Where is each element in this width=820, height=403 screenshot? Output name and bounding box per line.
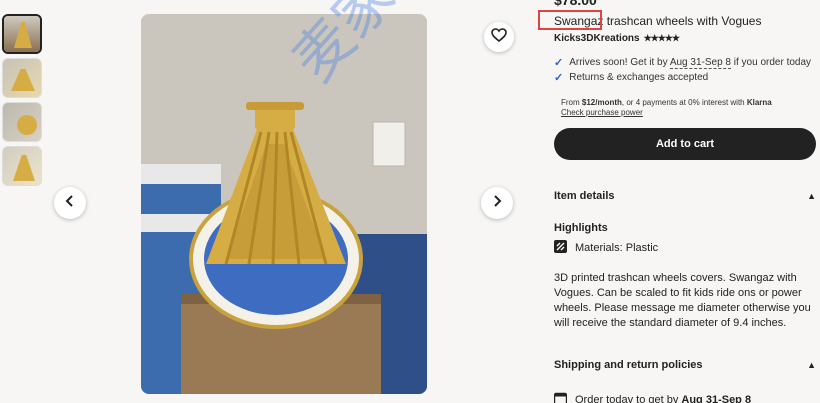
shop-name[interactable]: Kicks3DKreations: [554, 33, 640, 44]
favorite-button[interactable]: [484, 22, 514, 52]
arrival-info: ✓ Arrives soon! Get it by Aug 31-Sep 8 i…: [554, 56, 811, 69]
klarna-mid: , or 4 payments at 0% interest with: [621, 98, 747, 107]
price: $78.00: [554, 0, 597, 8]
check-purchase-power-link[interactable]: Check purchase power: [561, 108, 643, 117]
material-row: Materials: Plastic: [554, 240, 658, 256]
thumbnail-1[interactable]: [2, 14, 42, 54]
previous-image-button[interactable]: [54, 187, 86, 219]
add-to-cart-button[interactable]: Add to cart: [554, 128, 816, 160]
materials-icon: [554, 240, 567, 256]
title-rest: trashcan wheels with Vogues: [603, 14, 762, 28]
item-details-heading: Item details: [554, 190, 615, 202]
highlight-box: [538, 10, 602, 30]
caret-up-icon: ▲: [807, 360, 816, 370]
klarna-brand: Klarna: [746, 98, 772, 107]
chevron-left-icon: [64, 194, 76, 212]
thumbnail-2[interactable]: [2, 58, 42, 98]
returns-text: Returns & exchanges accepted: [569, 72, 709, 83]
order-info: Order today to get by Aug 31-Sep 8: [553, 392, 752, 403]
item-details-toggle[interactable]: Item details ▲: [554, 190, 816, 202]
klarna-prefix: From: [561, 98, 582, 107]
check-icon: ✓: [554, 57, 564, 69]
returns-info: ✓ Returns & exchanges accepted: [554, 71, 708, 84]
product-photo-illustration: [141, 14, 427, 394]
highlights-heading: Highlights: [554, 222, 608, 234]
klarna-amount: $12/month: [581, 98, 622, 107]
material-text: Materials: Plastic: [575, 242, 659, 254]
arrival-prefix: Arrives soon! Get it by: [569, 57, 670, 68]
check-icon: ✓: [554, 72, 564, 84]
rating-stars: ★★★★★: [643, 33, 680, 43]
arrival-suffix: if you order today: [731, 57, 812, 68]
shipping-heading: Shipping and return policies: [554, 359, 703, 371]
shipping-toggle[interactable]: Shipping and return policies ▲: [554, 359, 816, 371]
heart-icon: [491, 27, 507, 47]
order-date: Aug 31-Sep 8: [681, 394, 752, 403]
klarna-offer: From $12/month, or 4 payments at 0% inte…: [561, 98, 772, 107]
calendar-icon: [553, 392, 568, 403]
caret-up-icon: ▲: [807, 191, 816, 201]
thumbnail-3[interactable]: [2, 102, 42, 142]
order-prefix: Order today to get by: [575, 394, 682, 403]
arrival-date[interactable]: Aug 31-Sep 8: [669, 57, 731, 69]
thumbnail-strip: [2, 14, 44, 190]
description: 3D printed trashcan wheels covers. Swang…: [554, 272, 811, 329]
chevron-right-icon: [491, 194, 503, 212]
thumbnail-4[interactable]: [2, 146, 42, 186]
shop-info: Kicks3DKreations ★★★★★: [554, 33, 680, 44]
next-image-button[interactable]: [481, 187, 513, 219]
product-photo: [141, 14, 427, 394]
